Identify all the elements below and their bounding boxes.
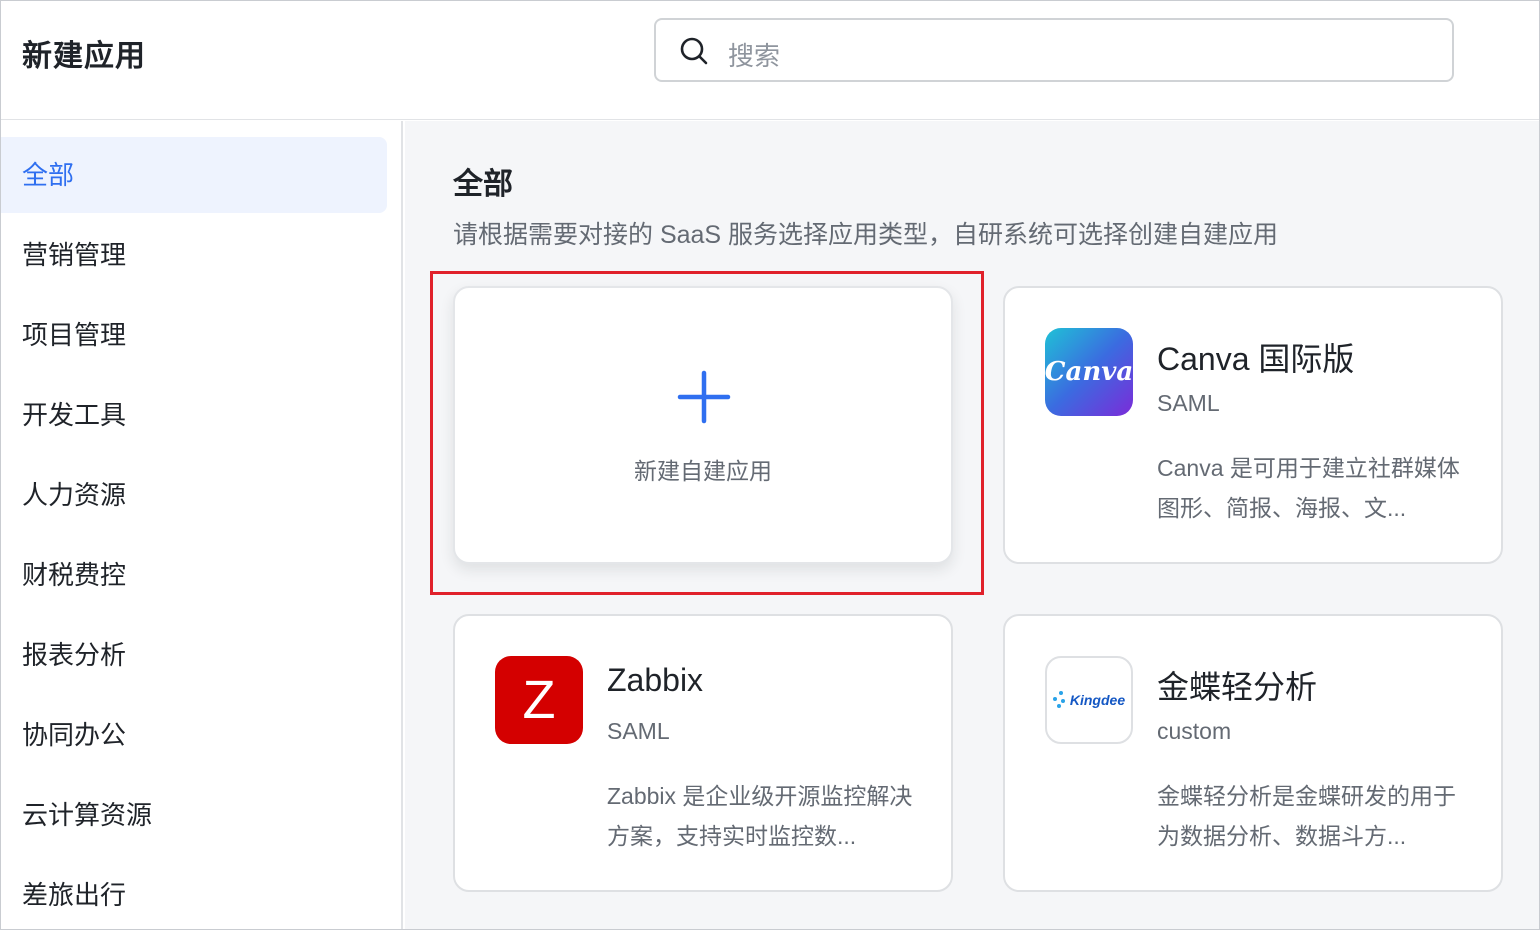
app-card-zabbix[interactable]: Z Zabbix SAML Zabbix 是企业级开源监控解决方案，支持实时监控… <box>453 614 953 892</box>
page-title: 新建应用 <box>22 40 146 73</box>
app-protocol: custom <box>1157 718 1232 744</box>
header: 新建应用 搜索 <box>1 1 1539 120</box>
sidebar-item-collaboration[interactable]: 协同办公 <box>1 697 387 773</box>
app-protocol: SAML <box>1157 390 1220 416</box>
app-protocol: SAML <box>607 718 670 744</box>
category-sidebar: 全部 营销管理 项目管理 开发工具 人力资源 财税费控 报表分析 协同办公 云计… <box>1 121 403 929</box>
sidebar-item-reports[interactable]: 报表分析 <box>1 617 387 693</box>
new-custom-app-card[interactable]: 新建自建应用 <box>453 286 953 564</box>
search-icon <box>680 37 708 65</box>
app-name: Zabbix <box>607 662 704 698</box>
canva-logo: Canva <box>1045 328 1133 416</box>
main-content: 全部 请根据需要对接的 SaaS 服务选择应用类型，自研系统可选择创建自建应用 … <box>405 121 1539 929</box>
sidebar-item-cloud[interactable]: 云计算资源 <box>1 777 387 853</box>
section-title: 全部 <box>453 168 513 201</box>
search-input[interactable]: 搜索 <box>654 18 1454 82</box>
zabbix-logo-text: Z <box>522 670 556 730</box>
zabbix-logo: Z <box>495 656 583 744</box>
app-description: Canva 是可用于建立社群媒体图形、简报、海报、文... <box>1157 455 1460 521</box>
new-custom-app-label: 新建自建应用 <box>634 458 772 484</box>
kingdee-logo-text: Kingdee <box>1069 692 1126 708</box>
plus-icon <box>677 370 731 424</box>
app-description: Zabbix 是企业级开源监控解决方案，支持实时监控数... <box>607 783 913 849</box>
sidebar-item-devtools[interactable]: 开发工具 <box>1 377 387 453</box>
app-name: 金蝶轻分析 <box>1157 669 1318 705</box>
search-placeholder: 搜索 <box>728 41 781 71</box>
sidebar-item-marketing[interactable]: 营销管理 <box>1 217 387 293</box>
sidebar-item-finance[interactable]: 财税费控 <box>1 537 387 613</box>
sidebar-item-travel[interactable]: 差旅出行 <box>1 857 387 930</box>
kingdee-dots-icon <box>1052 691 1067 709</box>
canva-logo-text: Canva <box>1045 357 1133 387</box>
app-name: Canva 国际版 <box>1157 341 1355 377</box>
sidebar-item-hr[interactable]: 人力资源 <box>1 457 387 533</box>
kingdee-logo: Kingdee <box>1045 656 1133 744</box>
section-description: 请根据需要对接的 SaaS 服务选择应用类型，自研系统可选择创建自建应用 <box>453 221 1279 249</box>
sidebar-item-project[interactable]: 项目管理 <box>1 297 387 373</box>
app-card-kingdee[interactable]: Kingdee 金蝶轻分析 custom 金蝶轻分析是金蝶研发的用于为数据分析、… <box>1003 614 1503 892</box>
app-card-canva[interactable]: Canva Canva 国际版 SAML Canva 是可用于建立社群媒体图形、… <box>1003 286 1503 564</box>
app-description: 金蝶轻分析是金蝶研发的用于为数据分析、数据斗方... <box>1157 783 1456 849</box>
sidebar-item-all[interactable]: 全部 <box>1 137 387 213</box>
